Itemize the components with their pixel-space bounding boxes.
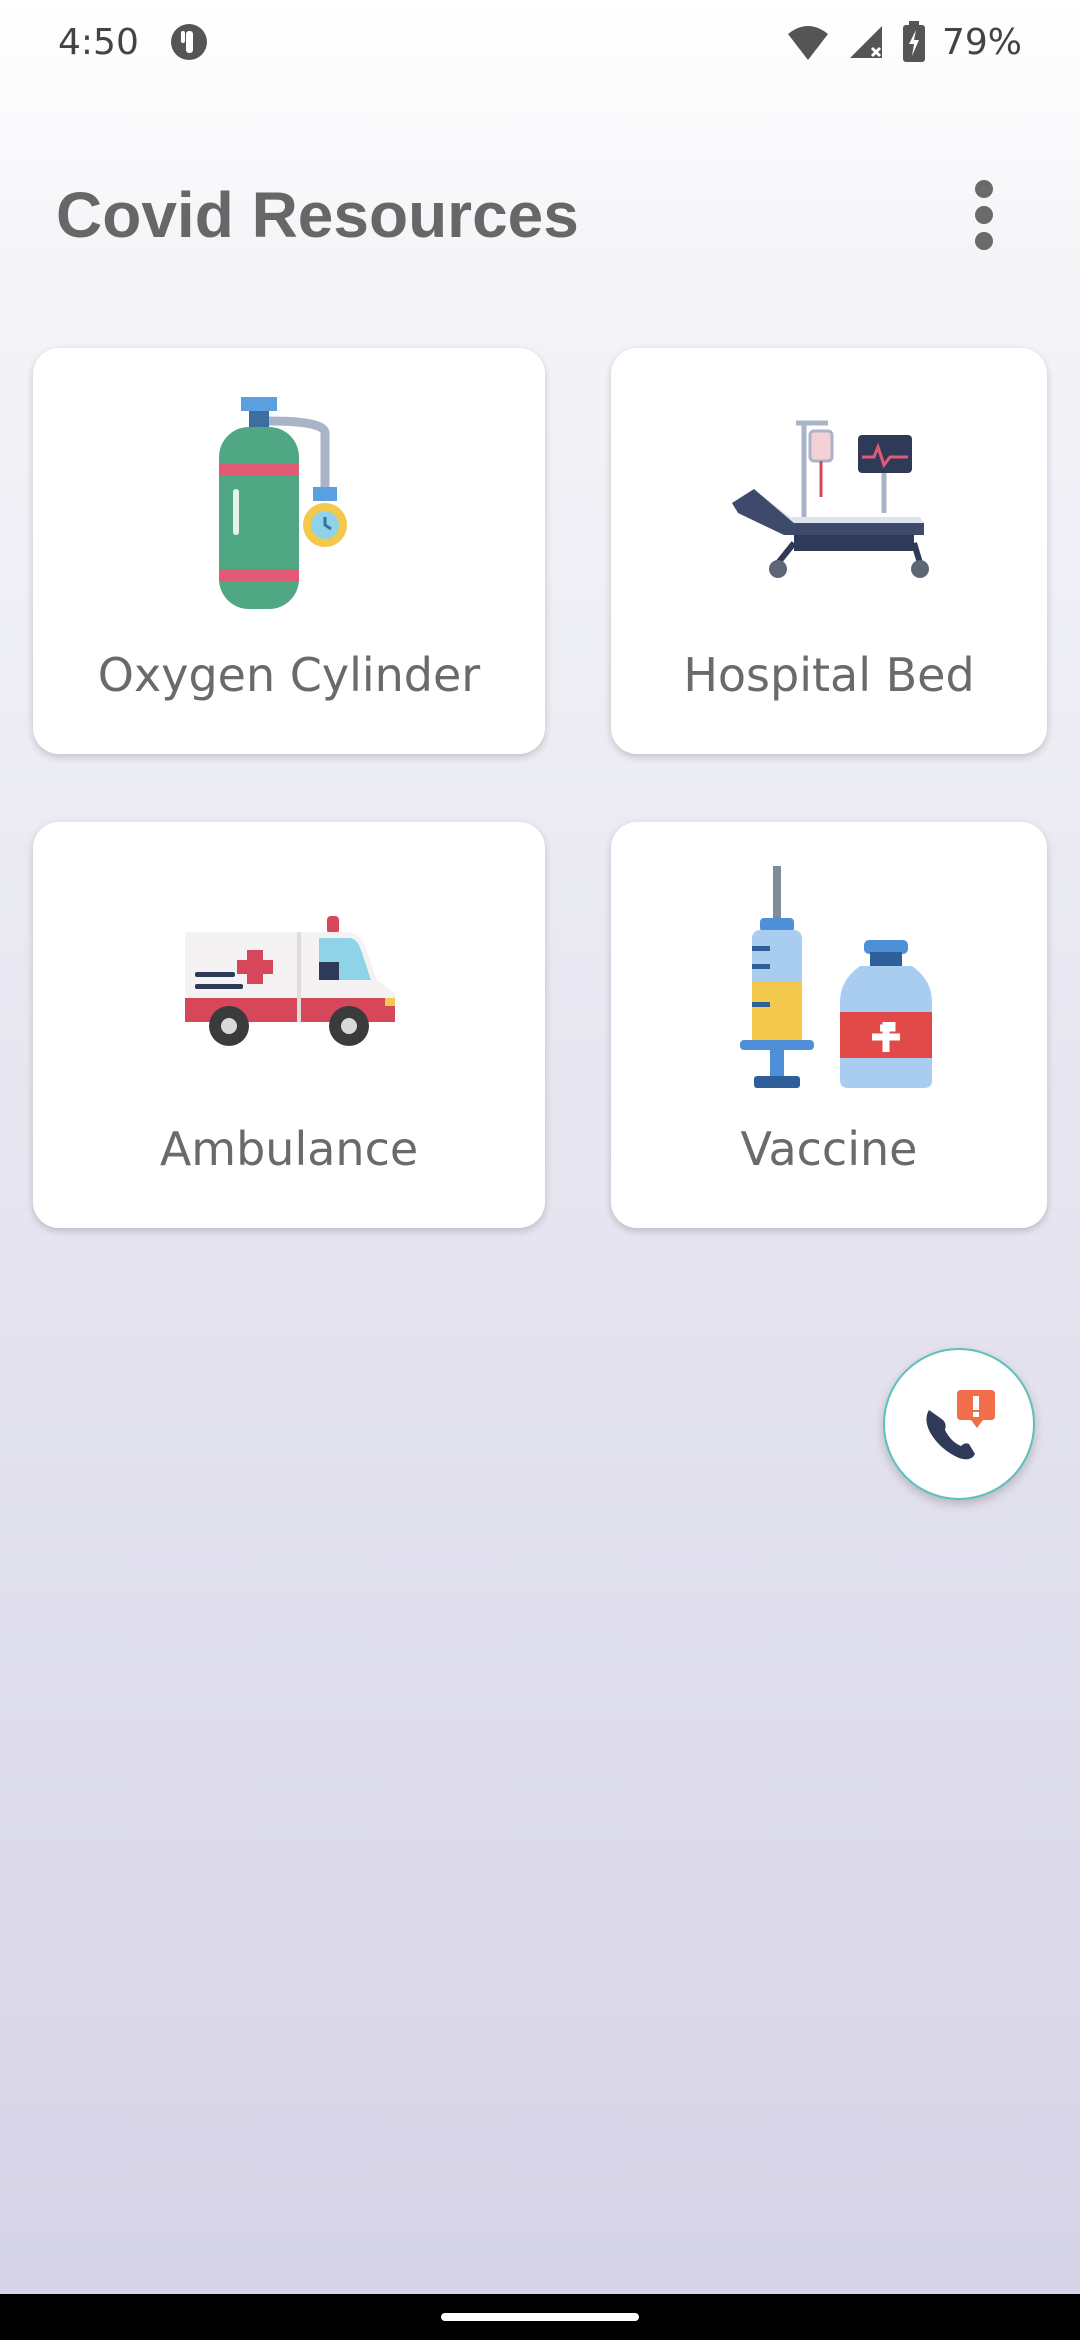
vaccine-icon [740,866,932,1088]
emergency-call-icon [926,1390,995,1460]
wifi-icon [787,26,828,60]
resource-card-vaccine[interactable]: Vaccine [611,822,1047,1228]
oxygen-cylinder-icon [219,397,347,609]
home-gesture-handle[interactable] [441,2313,639,2321]
resource-card-ambulance[interactable]: Ambulance [33,822,545,1228]
resource-card-label: Vaccine [740,1122,918,1176]
emergency-call-button[interactable] [883,1348,1035,1500]
data-saver-icon [170,24,207,60]
page-title: Covid Resources [56,179,579,251]
status-time: 4:50 [58,21,139,63]
resource-card-label: Ambulance [159,1122,419,1176]
battery-charging-icon [902,21,925,62]
more-options-button[interactable] [944,165,1024,265]
resource-card-oxygen-cylinder[interactable]: Oxygen Cylinder [33,348,545,754]
resource-card-label: Hospital Bed [683,648,975,702]
battery-percent: 79% [941,21,1022,63]
ambulance-icon [185,916,395,1046]
app-bar: Covid Resources [0,160,1080,270]
cell-signal-icon [849,26,882,58]
more-vertical-icon [975,180,993,250]
resource-card-label: Oxygen Cylinder [97,648,481,702]
hospital-bed-icon [732,420,929,578]
resource-card-hospital-bed[interactable]: Hospital Bed [611,348,1047,754]
system-nav-bar [0,2294,1080,2340]
status-bar: 4:50 79% [0,0,1080,84]
